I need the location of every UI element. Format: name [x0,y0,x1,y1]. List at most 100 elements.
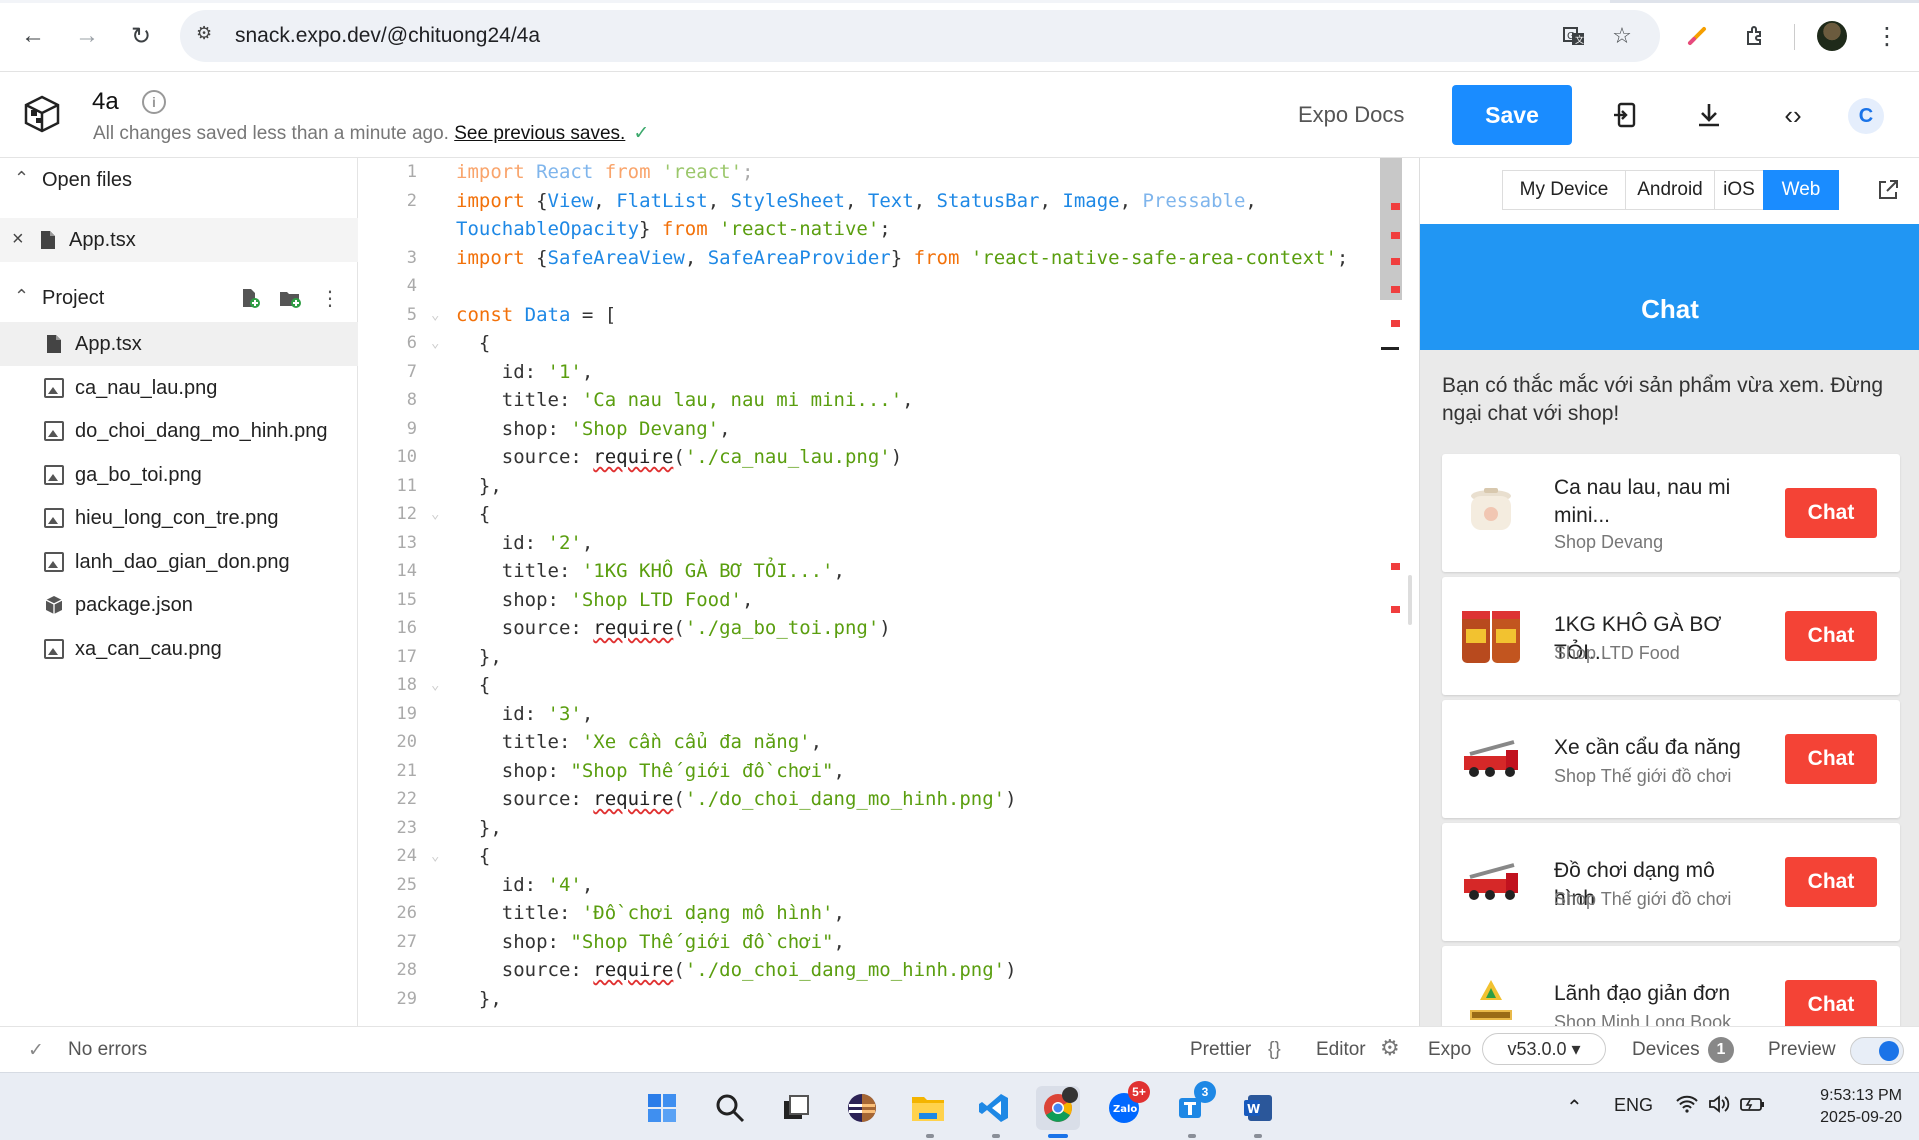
project-file-item[interactable]: lanh_dao_gian_don.png [0,540,358,584]
bookmark-star-icon[interactable]: ☆ [1608,22,1636,50]
code-text[interactable]: }, [456,814,502,842]
code-line[interactable]: 11 }, [359,472,1399,500]
code-line[interactable]: 2 import {View, FlatList, StyleSheet, Tex… [359,187,1399,215]
code-line[interactable]: 15 shop: 'Shop LTD Food', [359,586,1399,614]
sdk-version-select[interactable]: v53.0.0 ▾ [1482,1033,1606,1065]
code-line[interactable]: 22 source: require('./do_choi_dang_mo_hi… [359,785,1399,813]
code-line[interactable]: 4 [359,272,1399,300]
preview-toggle[interactable] [1850,1037,1904,1065]
tab-web[interactable]: Web [1763,170,1839,210]
wifi-icon[interactable] [1676,1095,1698,1118]
code-text[interactable]: { [456,671,490,699]
code-line[interactable]: 12 ⌄ { [359,500,1399,528]
back-arrow-icon[interactable]: ← [16,19,50,53]
file-name[interactable]: App.tsx [75,333,142,356]
devices-label[interactable]: Devices [1632,1039,1700,1061]
open-file-app-tsx[interactable]: × App.tsx [0,218,358,262]
tab-ios[interactable]: iOS [1714,170,1764,210]
fold-chevron-icon[interactable]: ⌄ [431,329,439,357]
new-folder-icon[interactable] [276,284,304,312]
code-line[interactable]: 29 }, [359,985,1399,1013]
code-line[interactable]: 8 title: 'Ca nau lau, nau mi mini...', [359,386,1399,414]
fold-chevron-icon[interactable]: ⌄ [431,842,439,870]
translate-icon[interactable]: G文 [1560,22,1588,50]
chat-button[interactable]: Chat [1785,857,1877,907]
code-text[interactable]: shop: "Shop Thế giới đồ chơi", [456,928,845,956]
file-explorer-icon[interactable] [906,1086,950,1130]
system-clock[interactable]: 9:53:13 PM 2025-09-20 [1782,1085,1902,1129]
language-indicator[interactable]: ENG [1614,1095,1653,1116]
new-file-icon[interactable] [236,284,264,312]
url-text[interactable]: snack.expo.dev/@chituong24/4a [235,24,540,48]
code-text[interactable]: }, [456,472,502,500]
code-line[interactable]: 25 id: '4', [359,871,1399,899]
info-icon[interactable]: i [142,90,166,114]
code-editor[interactable]: 1 import React from 'react'; 2 import {View… [359,158,1419,1026]
save-button[interactable]: Save [1452,85,1572,145]
import-icon[interactable] [1608,98,1642,132]
chat-button[interactable]: Chat [1785,980,1877,1026]
expo-docs-link[interactable]: Expo Docs [1298,102,1404,128]
code-line[interactable]: 9 shop: 'Shop Devang', [359,415,1399,443]
word-icon[interactable]: W [1236,1086,1280,1130]
code-text[interactable]: shop: 'Shop Devang', [456,415,731,443]
close-icon[interactable]: × [12,228,24,251]
file-name[interactable]: ga_bo_toi.png [75,464,202,487]
file-name[interactable]: package.json [75,594,193,617]
file-name[interactable]: hieu_long_con_tre.png [75,507,279,530]
task-view-icon[interactable] [774,1086,818,1130]
reload-icon[interactable]: ↻ [124,19,158,53]
code-line[interactable]: 21 shop: "Shop Thế giới đồ chơi", [359,757,1399,785]
code-text[interactable]: { [456,500,490,528]
snack-logo-icon[interactable] [22,94,62,134]
code-line[interactable]: 20 title: 'Xe cần cẩu đa năng', [359,728,1399,756]
code-text[interactable]: title: 'Ca nau lau, nau mi mini...', [456,386,914,414]
open-file-name[interactable]: App.tsx [69,229,136,252]
project-file-item[interactable]: ga_bo_toi.png [0,453,358,497]
search-icon[interactable] [708,1086,752,1130]
editor-scroll-thumb[interactable] [1380,158,1402,300]
eclipse-icon[interactable] [840,1086,884,1130]
code-text[interactable]: title: 'Đồ chơi dạng mô hình', [456,899,845,927]
editor-scrollbar[interactable] [1408,575,1412,625]
code-line[interactable]: 26 title: 'Đồ chơi dạng mô hình', [359,899,1399,927]
code-line[interactable]: 17 }, [359,643,1399,671]
code-text[interactable]: source: require('./do_choi_dang_mo_hinh.… [456,956,1017,984]
gear-icon[interactable]: ⚙ [1380,1035,1400,1061]
project-file-item[interactable]: App.tsx [0,322,358,366]
code-line[interactable]: 23 }, [359,814,1399,842]
code-line[interactable]: 19 id: '3', [359,700,1399,728]
project-name[interactable]: 4a [92,88,119,116]
code-line[interactable]: 7 id: '1', [359,358,1399,386]
code-line[interactable]: 13 id: '2', [359,529,1399,557]
browser-menu-icon[interactable]: ⋮ [1870,19,1904,53]
code-text[interactable]: shop: 'Shop LTD Food', [456,586,754,614]
code-text[interactable]: title: 'Xe cần cẩu đa năng', [456,728,822,756]
download-icon[interactable] [1692,98,1726,132]
project-header[interactable]: ⌃ Project ⋮ [0,276,358,320]
code-line[interactable]: 18 ⌄ { [359,671,1399,699]
code-text[interactable]: import React from 'react'; [456,158,754,186]
code-text[interactable]: import {SafeAreaView, SafeAreaProvider} … [456,244,1348,272]
code-line[interactable]: 1 import React from 'react'; [359,158,1399,186]
user-avatar[interactable]: C [1848,98,1884,134]
code-line[interactable]: 27 shop: "Shop Thế giới đồ chơi", [359,928,1399,956]
code-text[interactable]: shop: "Shop Thế giới đồ chơi", [456,757,845,785]
chat-button[interactable]: Chat [1785,734,1877,784]
prettier-label[interactable]: Prettier [1190,1039,1251,1061]
code-line[interactable]: 3 import {SafeAreaView, SafeAreaProvider}… [359,244,1399,272]
windows-start-icon[interactable] [640,1086,684,1130]
code-line[interactable]: 16 source: require('./ga_bo_toi.png') [359,614,1399,642]
code-text[interactable]: source: require('./do_choi_dang_mo_hinh.… [456,785,1017,813]
file-name[interactable]: xa_can_cau.png [75,638,222,661]
open-external-icon[interactable] [1874,176,1902,204]
chevron-up-icon[interactable]: ⌃ [14,168,29,189]
tab-android[interactable]: Android [1625,170,1715,210]
fold-chevron-icon[interactable]: ⌄ [431,671,439,699]
code-text[interactable]: id: '4', [456,871,594,899]
extensions-puzzle-icon[interactable] [1738,19,1772,53]
project-file-item[interactable]: ca_nau_lau.png [0,366,358,410]
project-file-item[interactable]: xa_can_cau.png [0,627,358,671]
chat-button[interactable]: Chat [1785,488,1877,538]
chevron-up-icon[interactable]: ⌃ [14,286,29,307]
